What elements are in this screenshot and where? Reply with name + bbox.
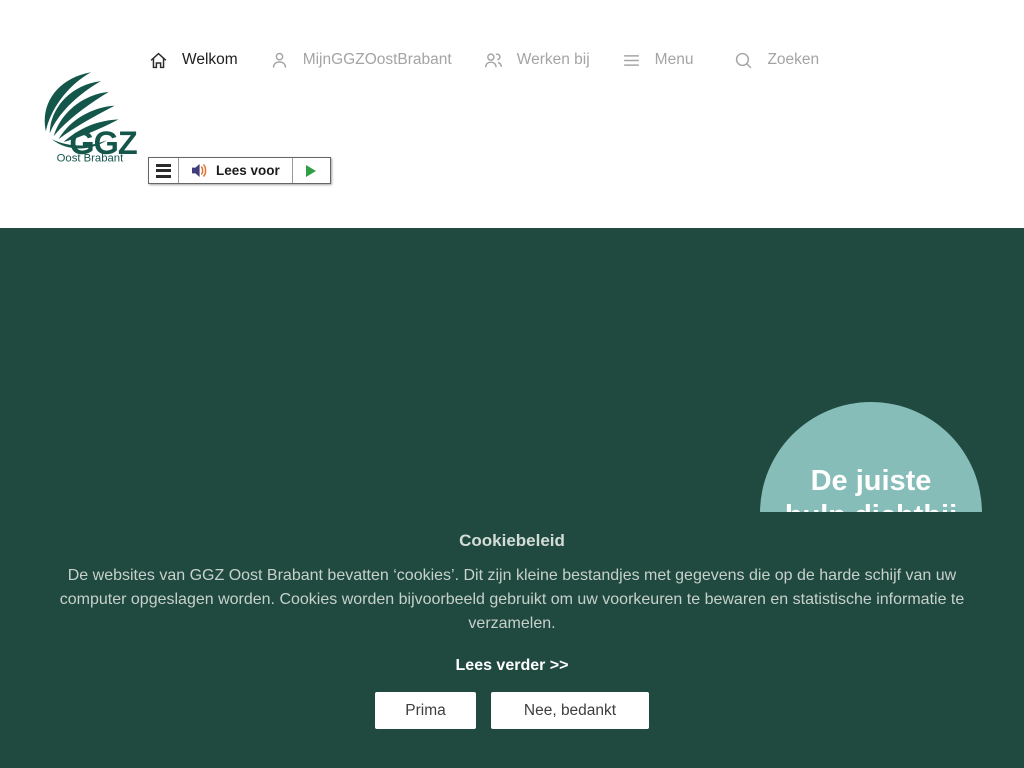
nav-item-menu[interactable]: Menu [621,50,694,71]
readspeaker-label: Lees voor [216,163,280,178]
nav-item-mijnggzoostbrabant[interactable]: MijnGGZOostBrabant [269,50,452,71]
cookie-decline-button[interactable]: Nee, bedankt [491,692,649,729]
play-icon [305,164,317,178]
nav-label: MijnGGZOostBrabant [303,51,452,69]
logo-subtitle: Oost Brabant [57,153,124,163]
nav-item-welkom[interactable]: Welkom [148,50,238,71]
nav-item-werken-bij[interactable]: Werken bij [483,50,590,71]
nav-item-zoeken[interactable]: Zoeken [733,50,819,71]
hero-section: De juiste hulp dichtbij Cookiebeleid De … [0,228,1024,768]
nav-label: Welkom [182,51,238,69]
search-icon [733,50,754,71]
user-icon [269,50,290,71]
cookie-banner-text: De websites van GGZ Oost Brabant bevatte… [43,564,981,636]
nav-label: Zoeken [767,51,819,69]
users-icon [483,50,504,71]
readspeaker-play-button[interactable] [292,158,330,183]
site-header: GGZ Oost Brabant Welkom [0,0,1024,228]
nav-label: Menu [655,51,694,69]
cookie-banner: Cookiebeleid De websites van GGZ Oost Br… [0,512,1024,768]
readspeaker-listen-button[interactable]: Lees voor [179,158,292,183]
main-nav: Welkom MijnGGZOostBrabant [148,47,850,73]
cookie-read-more-link[interactable]: Lees verder >> [456,657,569,675]
page: GGZ Oost Brabant Welkom [0,0,1024,768]
hero-tagline-line1: De juiste [760,464,982,499]
readspeaker-widget: Lees voor [148,157,331,184]
hamburger-icon [156,164,171,167]
nav-label: Werken bij [517,51,590,69]
ggz-logo-icon: GGZ Oost Brabant [36,68,154,163]
readspeaker-menu-button[interactable] [149,158,179,183]
cookie-accept-button[interactable]: Prima [375,692,476,729]
speaker-icon [191,163,209,178]
ggz-logo[interactable]: GGZ Oost Brabant [36,68,154,163]
hamburger-icon [621,50,642,71]
cookie-button-row: Prima Nee, bedankt [0,692,1024,729]
cookie-banner-title: Cookiebeleid [0,531,1024,551]
home-icon [148,50,169,71]
